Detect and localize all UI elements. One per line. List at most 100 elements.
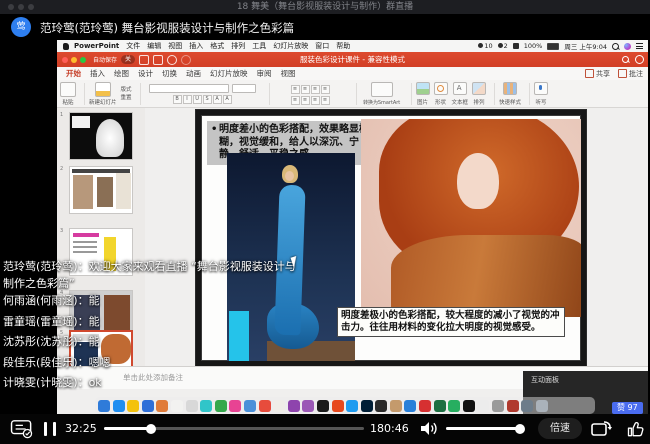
playback-speed-button[interactable]: 倍速 [538,418,582,439]
dock-app-icon[interactable] [521,400,533,412]
dock-app-icon[interactable] [142,400,154,412]
indent-button[interactable]: ≡ [311,85,320,94]
dock-app-icon[interactable] [419,400,431,412]
likes-badge[interactable]: 赞 97 [612,402,643,414]
feedback-smiley-icon[interactable] [635,55,644,64]
spotlight-search-icon[interactable] [612,43,619,50]
slide-thumbnail-1[interactable] [69,112,133,160]
dock-app-icon[interactable] [98,400,110,412]
dock-app-icon[interactable] [113,400,125,412]
dock-app-icon[interactable] [536,400,548,412]
dock-app-icon[interactable] [215,400,227,412]
control-center-icon[interactable] [636,43,643,49]
status-app-icon[interactable] [513,43,519,49]
progress-knob[interactable] [146,424,156,434]
font-color-button[interactable]: A [223,95,232,104]
dock-app-icon[interactable] [229,400,241,412]
dock-app-icon[interactable] [244,400,256,412]
menu-help[interactable]: 帮助 [336,41,350,51]
shape-button[interactable]: 形状 [434,82,448,106]
save-icon[interactable] [153,55,163,65]
bold-button[interactable]: B [173,95,182,104]
spacing-button[interactable]: ≡ [321,85,330,94]
arrange-button[interactable]: 排列 [472,82,486,106]
siri-icon[interactable] [624,43,631,50]
dock-app-icon[interactable] [259,400,271,412]
progress-bar[interactable] [104,427,364,430]
align-center-button[interactable]: ≡ [301,96,310,105]
slide-thumbnail-2[interactable] [69,166,133,214]
tab-review[interactable]: 审阅 [257,68,272,79]
tab-home[interactable]: 开始 [66,68,81,79]
undo-icon[interactable] [167,55,177,65]
dock-app-icon[interactable] [200,400,212,412]
dock-app-icon[interactable] [492,400,504,412]
tab-insert[interactable]: 插入 [90,68,105,79]
font-name-select[interactable] [149,84,229,93]
dock-app-icon[interactable] [507,400,519,412]
menu-file[interactable]: 文件 [126,41,140,51]
dock-app-icon[interactable] [434,400,446,412]
menu-insert[interactable]: 插入 [189,41,203,51]
numbering-button[interactable]: ≡ [301,85,310,94]
volume-knob[interactable] [515,424,525,434]
dock-app-icon[interactable] [288,400,300,412]
layout-button[interactable]: 版式 [121,87,132,93]
picture-button[interactable]: 图片 [416,82,430,106]
menu-format[interactable]: 格式 [210,41,224,51]
dock-app-icon[interactable] [375,400,387,412]
dock-app-icon[interactable] [127,400,139,412]
redo-icon[interactable] [181,55,191,65]
reset-button[interactable]: 重置 [121,95,132,101]
slide-photo-redhead-model[interactable] [361,119,585,317]
new-slide-button[interactable]: 新建幻灯片 [89,82,117,106]
home-icon[interactable] [139,55,149,65]
dock-app-icon[interactable] [317,400,329,412]
menu-tools[interactable]: 工具 [252,41,266,51]
ppt-minimize-button[interactable] [71,57,77,63]
tab-draw[interactable]: 绘图 [114,68,129,79]
tab-animations[interactable]: 动画 [186,68,201,79]
ppt-close-button[interactable] [62,57,68,63]
dock-app-icon[interactable] [332,400,344,412]
menu-edit[interactable]: 编辑 [147,41,161,51]
align-right-button[interactable]: ≡ [311,96,320,105]
slide-caption-textbox[interactable]: 明度差极小的色彩搭配，较大程度的减小了视觉的冲击力。往往用材料的变化拉大明度的视… [337,307,565,337]
apple-menu-icon[interactable] [63,43,69,50]
current-slide-canvas[interactable]: 明度差小的色彩搭配，效果略显模糊，视觉缓和，给人以深沉、宁静，舒适、平稳之感。 … [196,110,586,366]
dock-app-icon[interactable] [346,400,358,412]
notification-bell-count[interactable]: 10 [478,42,492,50]
text-shadow-button[interactable]: A [213,95,222,104]
bullets-button[interactable]: ≡ [291,85,300,94]
menubar-clock[interactable]: 周三 上午9:04 [564,41,607,51]
dictate-button[interactable]: 听写 [534,82,548,106]
autosave-toggle[interactable]: 关 [121,55,135,64]
columns-button[interactable]: ≡ [321,96,330,105]
dock-app-icon[interactable] [477,400,489,412]
rotate-screen-icon[interactable] [590,419,612,439]
dock-app-icon[interactable] [302,400,314,412]
pause-button[interactable] [44,422,56,436]
ppt-zoom-button[interactable] [80,57,86,63]
dock-app-icon[interactable] [186,400,198,412]
dock-app-icon[interactable] [404,400,416,412]
like-thumbs-up-icon[interactable] [626,419,646,439]
align-left-button[interactable]: ≡ [291,96,300,105]
dock-app-icon[interactable] [448,400,460,412]
tab-transitions[interactable]: 切换 [162,68,177,79]
smartart-button[interactable]: 转换为SmartArt [361,82,403,106]
volume-bar[interactable] [446,427,520,430]
volume-icon[interactable] [420,420,438,437]
dock-app-icon[interactable] [171,400,183,412]
dock-app-icon[interactable] [156,400,168,412]
share-button[interactable]: 共享 [596,69,610,79]
strikethrough-button[interactable]: S [203,95,212,104]
quick-styles-button[interactable]: 快速样式 [499,82,521,106]
menu-window[interactable]: 窗口 [315,41,329,51]
tab-view[interactable]: 视图 [281,68,296,79]
dock-app-icon[interactable] [273,400,285,412]
mention-count[interactable]: 2 [498,42,508,50]
paste-button[interactable]: 粘贴 [60,82,76,106]
danmaku-toggle-icon[interactable] [10,419,34,439]
menu-arrange[interactable]: 排列 [231,41,245,51]
